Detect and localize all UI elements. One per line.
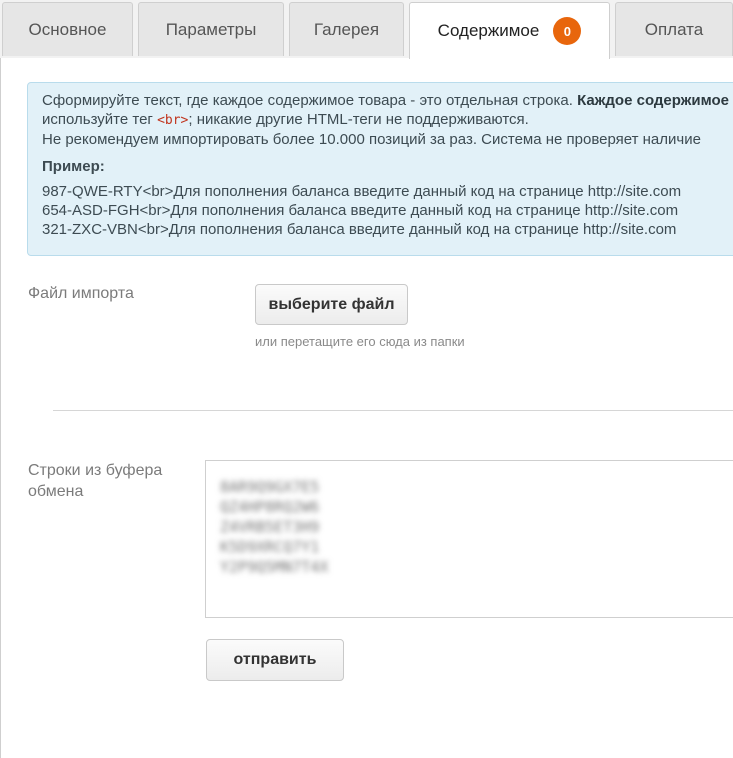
tab-parameters[interactable]: Параметры [138, 2, 284, 56]
content-count-badge: 0 [553, 17, 582, 45]
textarea-line: K5D9XRCQ7Y1 [220, 538, 320, 556]
tab-gallery[interactable]: Галерея [289, 2, 404, 56]
content-panel: Сформируйте текст, где каждое содержимое… [0, 58, 733, 758]
info-line-3: Не рекомендуем импортировать более 10.00… [42, 131, 701, 148]
info-line-1: Сформируйте текст, где каждое содержимое… [42, 91, 733, 110]
info-line-2: используйте тег <br>; никакие другие HTM… [42, 110, 733, 130]
tab-payment[interactable]: Оплата [615, 2, 733, 56]
textarea-line: QZ4HP8RQ2W6 [220, 498, 320, 516]
tab-gallery-label: Галерея [313, 19, 380, 39]
import-file-label: Файл импорта [28, 285, 134, 302]
tab-bar: Основное Параметры Галерея Содержимое 0 … [0, 0, 733, 59]
info-box: Сформируйте текст, где каждое содержимое… [27, 82, 733, 256]
tab-content[interactable]: Содержимое 0 [409, 2, 610, 59]
tab-payment-label: Оплата [644, 19, 704, 39]
tab-main-label: Основное [28, 19, 107, 39]
example-title: Пример: [42, 158, 105, 175]
tab-main[interactable]: Основное [2, 2, 133, 56]
choose-file-button[interactable]: выберите файл [255, 284, 408, 325]
info-line-2-after: ; никакие другие HTML-теги не поддержива… [188, 111, 529, 128]
divider [53, 410, 733, 411]
info-line-1-bold: Каждое содержимое [577, 92, 729, 109]
example-line: 321-ZXC-VBN<br>Для пополнения баланса вв… [42, 221, 677, 238]
textarea-line: Y2P9Q5MN7T4X [220, 558, 329, 576]
example-line: 987-QWE-RTY<br>Для пополнения баланса вв… [42, 183, 682, 200]
tab-parameters-label: Параметры [165, 19, 257, 39]
tab-content-label: Содержимое [437, 21, 540, 40]
submit-button[interactable]: отправить [206, 639, 344, 681]
example-line: 654-ASD-FGH<br>Для пополнения баланса вв… [42, 202, 679, 219]
clipboard-lines-label: Строки из буфера обмена [28, 462, 163, 500]
clipboard-textarea[interactable]: 8AR9Q9GX7E5 QZ4HP8RQ2W6 Z4VRB5ET3H9 K5D9… [205, 460, 733, 618]
drag-drop-hint: или перетащите его сюда из папки [255, 334, 465, 349]
textarea-line: Z4VRB5ET3H9 [220, 518, 320, 536]
info-line-2-before: используйте тег [42, 111, 158, 128]
info-line-1-text: Сформируйте текст, где каждое содержимое… [42, 92, 578, 109]
br-tag-code: <br> [157, 113, 189, 128]
textarea-line: 8AR9Q9GX7E5 [220, 478, 320, 496]
